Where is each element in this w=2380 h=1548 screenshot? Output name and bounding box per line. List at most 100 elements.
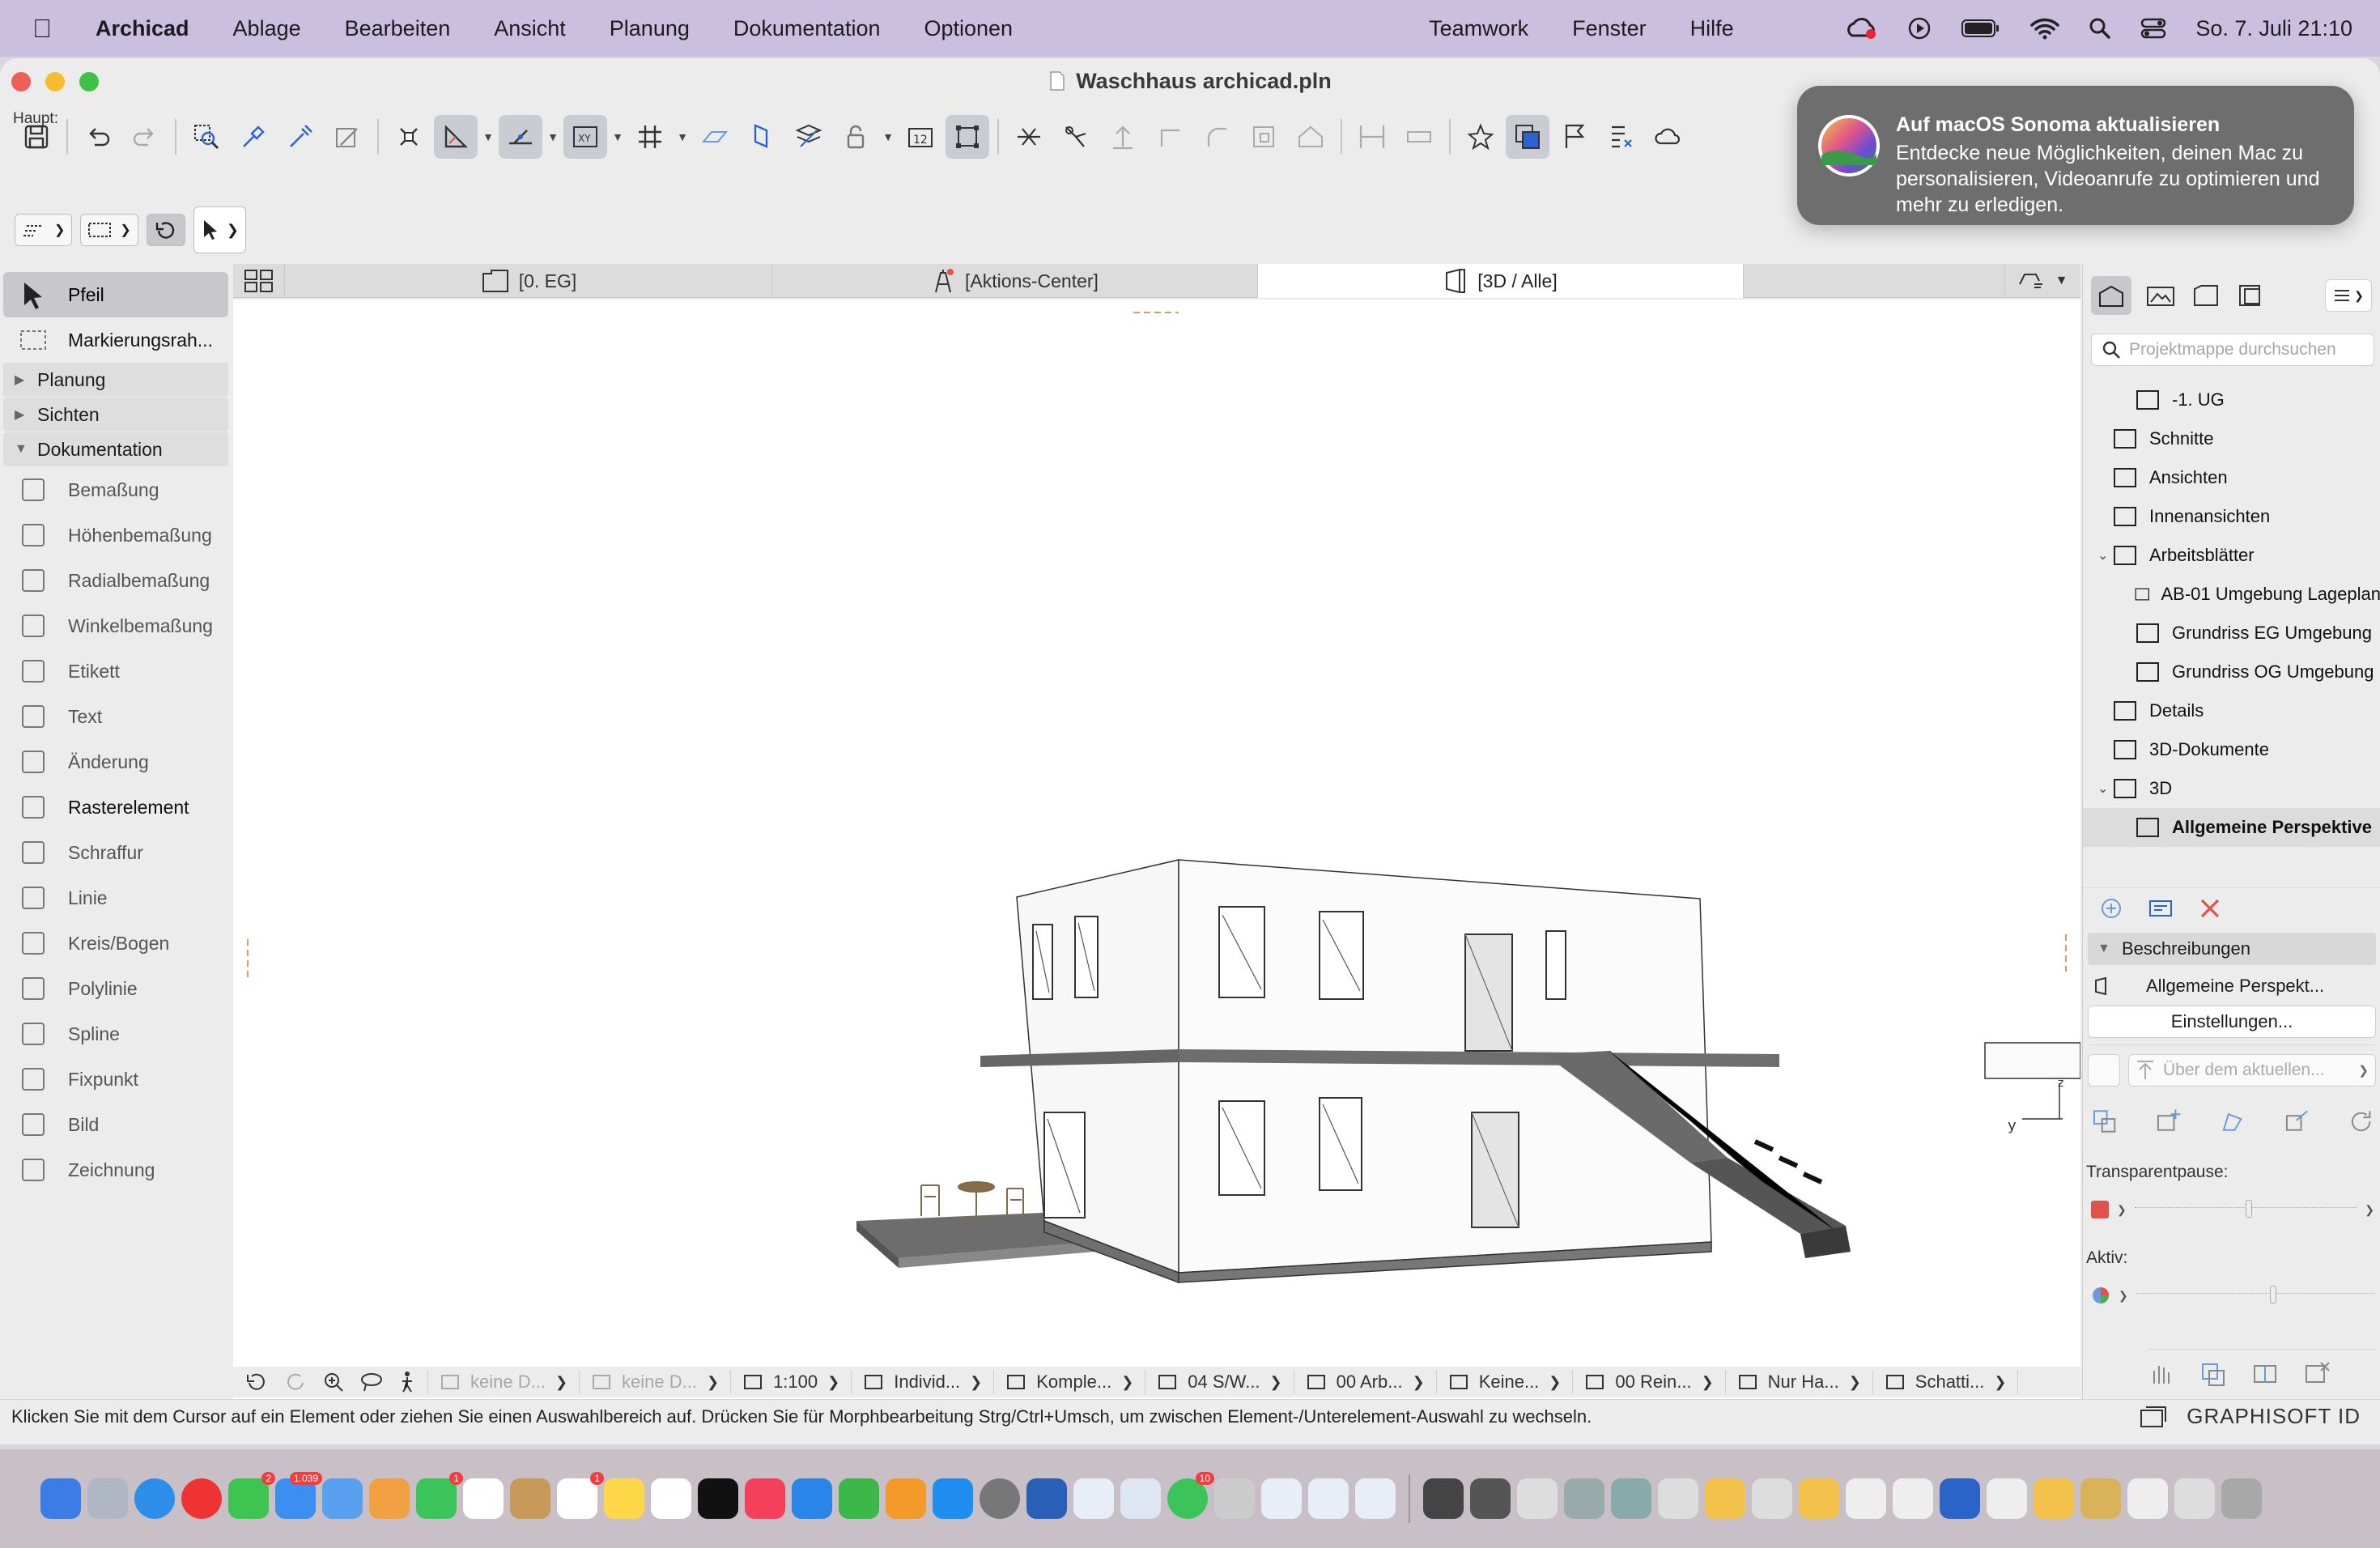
- tab-floorplan-eg[interactable]: [0. EG]: [287, 264, 772, 298]
- tool-arrow[interactable]: Pfeil: [3, 272, 228, 317]
- quick-option-structure[interactable]: Nur Ha... ❯: [1726, 1370, 1873, 1394]
- app-menu[interactable]: Archicad: [74, 16, 211, 41]
- recent-doc-7-icon[interactable]: [1705, 1478, 1745, 1519]
- tool-image[interactable]: Bild: [0, 1102, 232, 1147]
- tree-item-3d[interactable]: ⌄ 3D: [2083, 769, 2380, 808]
- group-planung[interactable]: ▶ Planung: [3, 363, 228, 397]
- cloud-button[interactable]: [1647, 115, 1690, 159]
- quick-option-design-option[interactable]: keine D... ❯: [580, 1370, 732, 1394]
- roof-button[interactable]: [1289, 115, 1332, 159]
- tree-item-worksheet[interactable]: Grundriss OG Umgebung: [2083, 653, 2380, 691]
- redo-button[interactable]: [123, 115, 167, 159]
- clone-icon[interactable]: [2091, 1108, 2118, 1135]
- search-icon[interactable]: [2089, 17, 2111, 40]
- snap-guides-button[interactable]: [499, 115, 542, 159]
- favorites-button[interactable]: [1459, 115, 1502, 159]
- tool-text[interactable]: Text: [0, 694, 232, 739]
- tool-hotspot[interactable]: Fixpunkt: [0, 1057, 232, 1102]
- maps-icon[interactable]: [322, 1478, 363, 1519]
- recent-doc-11-icon[interactable]: [1893, 1478, 1933, 1519]
- hand-icon[interactable]: [2148, 1361, 2175, 1387]
- chevron-down-icon[interactable]: ⌄: [2097, 780, 2108, 797]
- group-sichten[interactable]: ▶ Sichten: [3, 398, 228, 432]
- tree-item-3d-document[interactable]: 3D-Dokumente: [2083, 730, 2380, 769]
- creative-cloud-icon[interactable]: [1846, 16, 1878, 40]
- story-button[interactable]: 12: [899, 115, 942, 159]
- split-view-icon[interactable]: [2251, 1361, 2279, 1387]
- coordinate-dropdown-icon[interactable]: ▼: [610, 115, 625, 159]
- reminders-icon[interactable]: 1: [557, 1472, 604, 1519]
- intersect-button[interactable]: [1148, 115, 1192, 159]
- snap-guides-dropdown-icon[interactable]: ▼: [546, 115, 560, 159]
- slider-thumb[interactable]: [2246, 1200, 2252, 1218]
- quick-option-layer[interactable]: Individ... ❯: [852, 1370, 995, 1394]
- safari-icon[interactable]: [134, 1478, 175, 1519]
- close-window-button[interactable]: [11, 72, 31, 91]
- navigator-menu-button[interactable]: ❯: [2325, 279, 2372, 312]
- trim-button[interactable]: [1054, 115, 1098, 159]
- recent-doc-3-icon[interactable]: [1517, 1478, 1558, 1519]
- view-frame-button[interactable]: [2088, 1053, 2120, 1087]
- launchpad-icon[interactable]: [87, 1478, 128, 1519]
- photos-icon[interactable]: [369, 1478, 410, 1519]
- recent-doc-9-icon[interactable]: [1799, 1478, 1839, 1519]
- 3d-viewport[interactable]: y z: [233, 300, 2080, 1427]
- 3d-model-view[interactable]: y z: [233, 300, 2080, 1427]
- tool-fill[interactable]: Schraffur: [0, 830, 232, 875]
- lasso-icon[interactable]: [359, 1372, 384, 1393]
- magic-wand-button[interactable]: [325, 115, 369, 159]
- finder-icon[interactable]: [40, 1478, 81, 1519]
- zoom-in-icon[interactable]: [322, 1371, 345, 1393]
- apple-tv-icon[interactable]: [698, 1478, 738, 1519]
- tab-3d-all[interactable]: [3D / Alle]: [1258, 264, 1744, 298]
- tool-change[interactable]: Änderung: [0, 739, 232, 785]
- resize-button[interactable]: [1242, 115, 1286, 159]
- selection-method-button[interactable]: ❯: [80, 214, 138, 246]
- group-button[interactable]: [946, 115, 989, 159]
- recent-doc-13-icon[interactable]: [1987, 1478, 2027, 1519]
- walk-icon[interactable]: [398, 1371, 416, 1393]
- move-view-icon[interactable]: [2284, 1108, 2310, 1135]
- plane-button[interactable]: [693, 115, 737, 159]
- tool-arc[interactable]: Kreis/Bogen: [0, 921, 232, 966]
- project-map-button[interactable]: [2091, 276, 2131, 315]
- pages-icon[interactable]: [886, 1478, 926, 1519]
- archicad-doc-icon[interactable]: [1073, 1478, 1114, 1519]
- menu-ansicht[interactable]: Ansicht: [472, 16, 588, 41]
- recent-doc-5-icon[interactable]: [1611, 1478, 1651, 1519]
- tree-item-detail[interactable]: Details: [2083, 691, 2380, 730]
- notes-icon[interactable]: [604, 1478, 644, 1519]
- wifi-icon[interactable]: [2030, 17, 2060, 40]
- opera-icon[interactable]: [181, 1478, 222, 1519]
- tool-radial-dimension[interactable]: Radialbemaßung: [0, 558, 232, 603]
- battery-icon[interactable]: [1961, 18, 2001, 39]
- delete-view-icon[interactable]: [2198, 896, 2222, 921]
- calendar-icon[interactable]: [463, 1478, 504, 1519]
- lock-button[interactable]: [834, 115, 878, 159]
- facetime-icon[interactable]: 1: [416, 1472, 463, 1519]
- archicad-doc2-icon[interactable]: [1120, 1478, 1161, 1519]
- adjust-button[interactable]: [1101, 115, 1145, 159]
- quick-option-shading[interactable]: Schatti... ❯: [1873, 1370, 2019, 1394]
- coordinate-button[interactable]: XY: [563, 115, 607, 159]
- descriptions-section[interactable]: ▼ Beschreibungen: [2088, 933, 2376, 965]
- tool-line[interactable]: Linie: [0, 875, 232, 921]
- snap-points-button[interactable]: [387, 115, 431, 159]
- rotate-view-icon[interactable]: [244, 1372, 269, 1393]
- project-map-search[interactable]: Projektmappe durchsuchen: [2091, 334, 2374, 366]
- archicad-icon[interactable]: [1026, 1478, 1067, 1519]
- menu-ablage[interactable]: Ablage: [211, 16, 323, 41]
- graphisoft-id-button[interactable]: GRAPHISOFT ID: [2187, 1404, 2361, 1429]
- contacts-icon[interactable]: [510, 1478, 550, 1519]
- menu-planung[interactable]: Planung: [588, 16, 712, 41]
- view-settings-icon[interactable]: [2148, 897, 2174, 920]
- tab-options-button[interactable]: ▼: [2004, 264, 2080, 298]
- minimize-window-button[interactable]: [45, 72, 65, 91]
- color-wheel-icon[interactable]: [2091, 1286, 2110, 1305]
- eyedropper-button[interactable]: [232, 115, 275, 159]
- split-button[interactable]: [1007, 115, 1051, 159]
- tree-item-interior-elevation[interactable]: Innenansichten: [2083, 497, 2380, 536]
- trace-button[interactable]: [787, 115, 831, 159]
- undo-button[interactable]: [76, 115, 120, 159]
- tree-item-worksheet[interactable]: AB-01 Umgebung Lageplan: [2083, 575, 2380, 614]
